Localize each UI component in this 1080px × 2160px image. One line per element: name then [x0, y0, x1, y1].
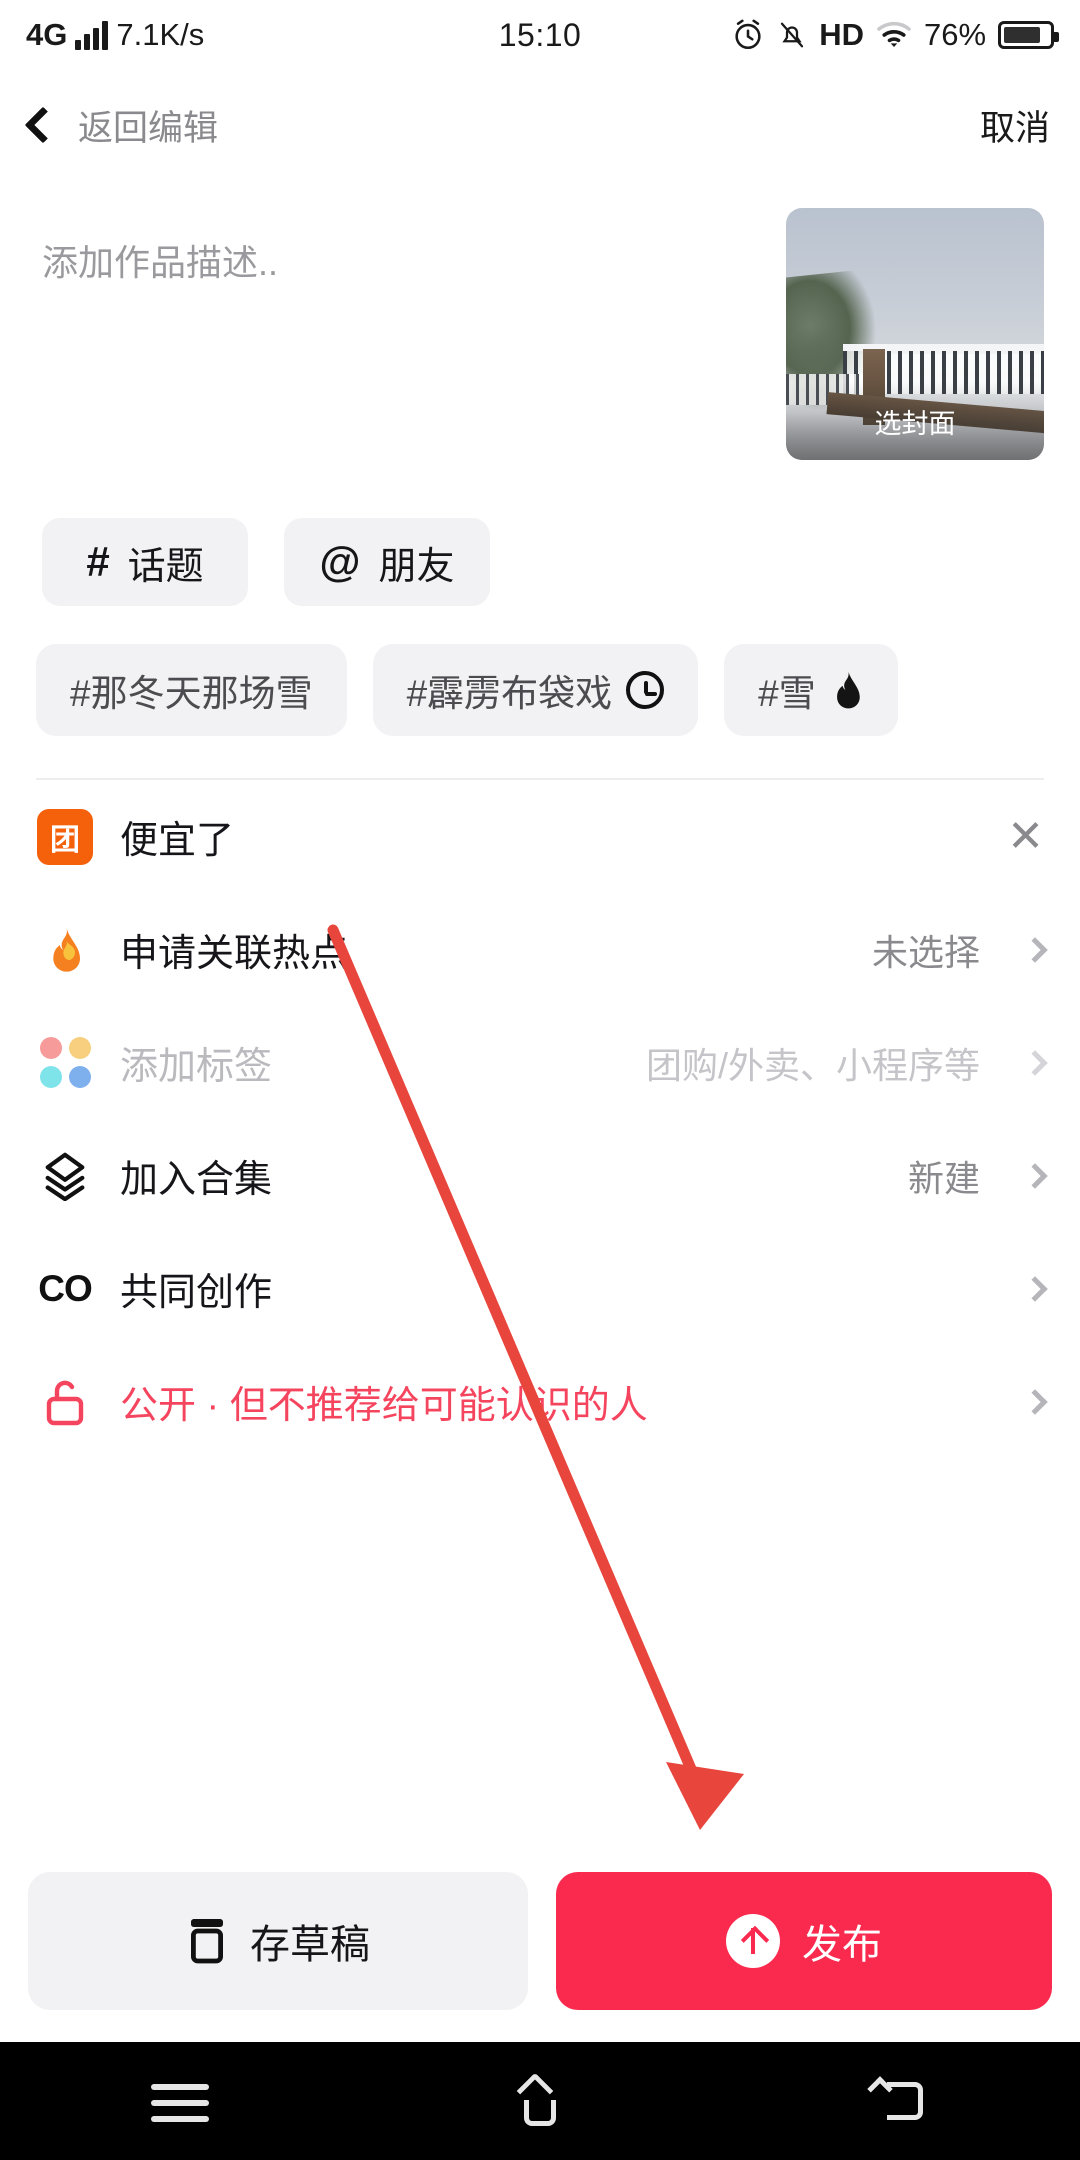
home-icon[interactable] — [512, 2072, 568, 2126]
hashtag-chip[interactable]: #那冬天那场雪 — [36, 644, 347, 736]
menu-icon[interactable] — [150, 2076, 211, 2126]
draft-box-icon — [186, 1916, 228, 1966]
network-speed-label: 7.1K/s — [116, 17, 205, 52]
layers-icon — [36, 1147, 94, 1205]
quick-action-row: # 话题 @ 朋友 — [0, 460, 1080, 606]
screen-root: 4G 7.1K/s 15:10 HD 76% 返回编辑 取消 添加作品描述.. … — [0, 0, 1080, 2160]
cancel-button[interactable]: 取消 — [980, 100, 1050, 151]
chevron-right-icon — [1022, 1275, 1048, 1302]
option-value: 新建 — [907, 1157, 980, 1199]
hashtag-label: #雪 — [758, 673, 816, 714]
at-icon: @ — [319, 538, 361, 585]
option-row-add-tag[interactable]: 添加标签 团购/外卖、小程序等 — [36, 1006, 1048, 1119]
chevron-right-icon — [1022, 1388, 1048, 1415]
system-nav-bar — [0, 2042, 1080, 2160]
mute-bell-icon — [781, 22, 804, 48]
hashtag-label: #那冬天那场雪 — [70, 673, 313, 714]
navbar: 返回编辑 取消 — [0, 70, 1080, 180]
description-placeholder: 添加作品描述.. — [42, 242, 279, 283]
status-bar-left: 4G 7.1K/s — [26, 17, 499, 53]
chevron-right-icon — [1022, 936, 1048, 963]
hd-icon: HD — [819, 17, 864, 52]
option-row-join-collection[interactable]: 加入合集 新建 — [36, 1119, 1048, 1232]
option-label: 便宜了 — [120, 820, 235, 862]
chevron-right-icon — [1022, 1162, 1048, 1189]
option-row-co-creation[interactable]: CO 共同创作 — [36, 1232, 1048, 1345]
option-row-apply-hotspot[interactable]: 申请关联热点 未选择 — [36, 893, 1048, 1006]
option-value: 团购/外卖、小程序等 — [645, 1044, 980, 1086]
option-row-cheaper[interactable]: 团 便宜了 ✕ — [36, 780, 1044, 893]
option-row-privacy[interactable]: 公开 · 但不推荐给可能认识的人 — [36, 1345, 1048, 1458]
co-icon: CO — [38, 1267, 92, 1309]
option-label: 公开 · 但不推荐给可能认识的人 — [120, 1385, 648, 1427]
save-draft-button[interactable]: 存草稿 — [28, 1872, 528, 2010]
close-icon[interactable]: ✕ — [1007, 814, 1044, 859]
option-value: 未选择 — [871, 931, 980, 973]
battery-icon — [998, 21, 1060, 49]
hashtag-chip[interactable]: #雪 — [724, 644, 898, 736]
publish-label: 发布 — [802, 1923, 882, 1967]
upload-arrow-icon — [726, 1914, 780, 1968]
hashtag-label: #霹雳布袋戏 — [406, 673, 613, 714]
footer-actions: 存草稿 发布 — [0, 1872, 1080, 2010]
friend-button[interactable]: @ 朋友 — [284, 518, 490, 606]
wifi-icon — [877, 21, 911, 47]
fire-icon — [36, 921, 94, 979]
hash-icon: # — [86, 538, 110, 585]
option-label: 共同创作 — [120, 1272, 273, 1314]
status-bar-right: HD 76% — [581, 17, 1060, 53]
back-to-edit-label: 返回编辑 — [78, 108, 219, 148]
cover-thumbnail[interactable]: 选封面 — [786, 208, 1044, 460]
friend-label: 朋友 — [378, 545, 455, 588]
four-dots-icon — [36, 1034, 94, 1092]
battery-percent-label: 76% — [923, 17, 987, 52]
option-label: 申请关联热点 — [120, 933, 349, 975]
topic-button[interactable]: # 话题 — [42, 518, 248, 606]
topic-label: 话题 — [127, 545, 204, 588]
flame-icon — [836, 671, 860, 709]
chevron-right-icon — [1022, 1049, 1048, 1076]
publish-button[interactable]: 发布 — [556, 1872, 1052, 2010]
hashtag-suggestion-row: #那冬天那场雪 #霹雳布袋戏 #雪 — [0, 606, 1080, 736]
status-bar: 4G 7.1K/s 15:10 HD 76% — [0, 0, 1080, 70]
select-cover-label: 选封面 — [786, 382, 1044, 460]
hashtag-chip[interactable]: #霹雳布袋戏 — [372, 644, 699, 736]
option-list: 团 便宜了 ✕ 申请关联热点 未选择 添加标签 团购/外卖、小程序等 加入合集 … — [0, 780, 1080, 1458]
back-icon[interactable] — [867, 2076, 929, 2126]
option-label: 加入合集 — [120, 1159, 273, 1201]
description-input[interactable]: 添加作品描述.. — [42, 208, 786, 460]
alarm-clock-icon — [735, 19, 761, 50]
option-label: 添加标签 — [120, 1046, 273, 1088]
unlock-icon — [36, 1373, 94, 1431]
compose-area: 添加作品描述.. 选封面 — [0, 180, 1080, 460]
signal-bars-icon — [75, 20, 109, 50]
save-draft-label: 存草稿 — [250, 1923, 370, 1967]
back-to-edit-button[interactable]: 返回编辑 — [24, 100, 219, 151]
clock-icon — [626, 671, 665, 709]
tuan-icon: 团 — [36, 808, 94, 866]
clock-label: 15:10 — [498, 16, 582, 53]
chevron-left-icon — [24, 106, 62, 144]
network-type-label: 4G — [26, 17, 68, 52]
